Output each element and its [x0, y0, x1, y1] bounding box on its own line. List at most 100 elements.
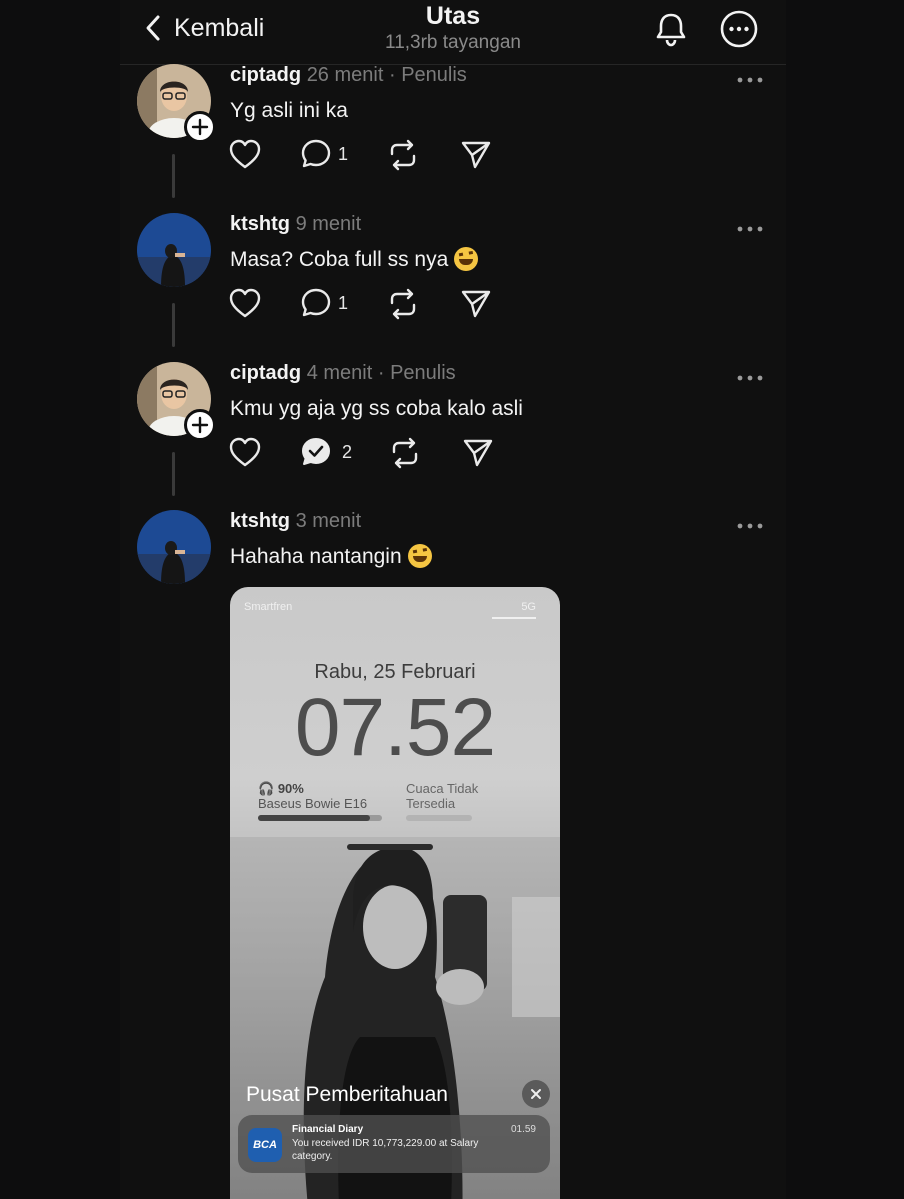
like-button[interactable] — [228, 138, 262, 172]
weather-line-1: Cuaca Tidak — [406, 781, 479, 796]
heart-icon — [229, 437, 261, 467]
more-options-button[interactable] — [718, 8, 760, 55]
reply-button[interactable]: 1 — [300, 287, 348, 319]
timestamp: 26 menit — [306, 64, 384, 86]
reply-button[interactable]: 2 — [300, 436, 352, 468]
post-text: Masa? Coba full ss nya — [230, 247, 479, 273]
repost-button[interactable] — [386, 287, 420, 321]
battery-bar — [258, 815, 382, 821]
threads-app: Kembali Utas 11,3rb tayangan ciptadg 26 … — [120, 0, 786, 1199]
thread-line — [172, 452, 175, 496]
timestamp: 3 menit — [295, 510, 362, 532]
send-icon — [461, 290, 491, 318]
headphones-icon: 🎧 — [258, 781, 275, 796]
heart-icon — [229, 288, 261, 318]
weather-line-2: Tersedia — [406, 796, 456, 811]
weather-bar — [406, 815, 472, 821]
post-meta: ktshtg 3 menit — [230, 508, 361, 534]
battery-percent: 90% — [277, 781, 304, 796]
more-horizontal-icon — [737, 523, 763, 529]
repost-icon — [392, 437, 418, 469]
notification-close — [522, 1080, 550, 1108]
separator: · — [377, 362, 385, 384]
post-meta: ciptadg 4 menit · Penulis — [230, 360, 456, 386]
post-text-content: Kmu yg aja yg ss coba kalo asli — [230, 397, 523, 420]
post-more-button[interactable] — [736, 518, 764, 536]
post-text-content: Masa? Coba full ss nya — [230, 248, 449, 271]
bell-icon — [656, 13, 686, 47]
follow-button[interactable] — [184, 409, 216, 441]
post-more-button[interactable] — [736, 221, 764, 239]
notification-center-title: Pusat Pemberitahuan — [246, 1083, 448, 1106]
reply-count: 2 — [342, 441, 353, 462]
reply-count: 1 — [338, 292, 349, 313]
post-meta: ciptadg 26 menit · Penulis — [230, 62, 467, 88]
more-horizontal-icon — [737, 375, 763, 381]
avatar[interactable] — [137, 510, 211, 584]
avatar-image — [137, 213, 211, 287]
more-circle-icon — [720, 10, 758, 48]
repost-icon — [390, 139, 416, 171]
battery-device: Baseus Bowie E16 — [258, 796, 368, 811]
avatar[interactable] — [137, 213, 211, 287]
bca-app-icon: BCA — [248, 1128, 282, 1162]
notification-button[interactable] — [650, 8, 692, 55]
network-status: 5G — [521, 601, 536, 613]
username[interactable]: ciptadg — [230, 362, 301, 384]
notification-card: BCA Financial Diary 01.59 You received I… — [238, 1115, 550, 1173]
close-icon — [531, 1089, 541, 1099]
rofl-emoji-icon — [407, 544, 432, 568]
thread-line — [172, 154, 175, 198]
post-text: Kmu yg aja yg ss coba kalo asli — [230, 396, 523, 422]
more-horizontal-icon — [737, 77, 763, 83]
share-button[interactable] — [460, 138, 492, 170]
timestamp: 4 menit — [306, 362, 373, 384]
rofl-emoji-icon — [454, 247, 479, 271]
top-bar: Kembali Utas 11,3rb tayangan — [120, 0, 786, 65]
plus-icon — [191, 118, 209, 136]
reply-count: 1 — [338, 143, 349, 164]
like-button[interactable] — [228, 436, 262, 470]
more-horizontal-icon — [737, 226, 763, 232]
comment-icon — [301, 139, 331, 168]
username[interactable]: ciptadg — [230, 64, 301, 86]
notification-app: Financial Diary — [292, 1124, 364, 1135]
post-more-button[interactable] — [736, 72, 764, 90]
repost-button[interactable] — [388, 436, 422, 470]
comment-icon — [301, 288, 331, 317]
status-indicator — [492, 617, 536, 619]
repost-icon — [390, 288, 416, 320]
send-icon — [461, 141, 491, 169]
avatar-image — [137, 510, 211, 584]
notification-body: You received IDR 10,773,229.00 at Salary… — [292, 1138, 479, 1162]
send-icon — [463, 439, 493, 467]
thread-line — [172, 303, 175, 347]
weather-widget: Cuaca Tidak Tersedia — [406, 781, 478, 811]
reply-button[interactable]: 1 — [300, 138, 348, 170]
post-text-content: Yg asli ini ka — [230, 99, 348, 122]
like-button[interactable] — [228, 287, 262, 321]
post-text-content: Hahaha nantangin — [230, 545, 402, 568]
battery-bar-fill — [258, 815, 370, 821]
battery-widget: 🎧 90% Baseus Bowie E16 — [258, 781, 367, 811]
follow-button[interactable] — [184, 111, 216, 143]
post-text: Yg asli ini ka — [230, 98, 348, 124]
attached-image[interactable]: Smartfren 5G Rabu, 25 Februari 07.52 🎧 9… — [230, 587, 560, 1199]
heart-icon — [229, 139, 261, 169]
replied-comment-icon — [302, 438, 330, 465]
author-label: Penulis — [401, 64, 467, 86]
share-button[interactable] — [460, 287, 492, 319]
repost-button[interactable] — [386, 138, 420, 172]
username[interactable]: ktshtg — [230, 213, 290, 235]
lockscreen-clock: 07.52 — [294, 682, 496, 773]
post-meta: ktshtg 9 menit — [230, 211, 361, 237]
plus-icon — [191, 416, 209, 434]
author-label: Penulis — [390, 362, 456, 384]
post-more-button[interactable] — [736, 370, 764, 388]
notification-time: 01.59 — [510, 1124, 536, 1135]
timestamp: 9 menit — [295, 213, 362, 235]
post-text: Hahaha nantangin — [230, 544, 432, 570]
share-button[interactable] — [462, 436, 494, 468]
username[interactable]: ktshtg — [230, 510, 290, 532]
separator: · — [388, 64, 396, 86]
